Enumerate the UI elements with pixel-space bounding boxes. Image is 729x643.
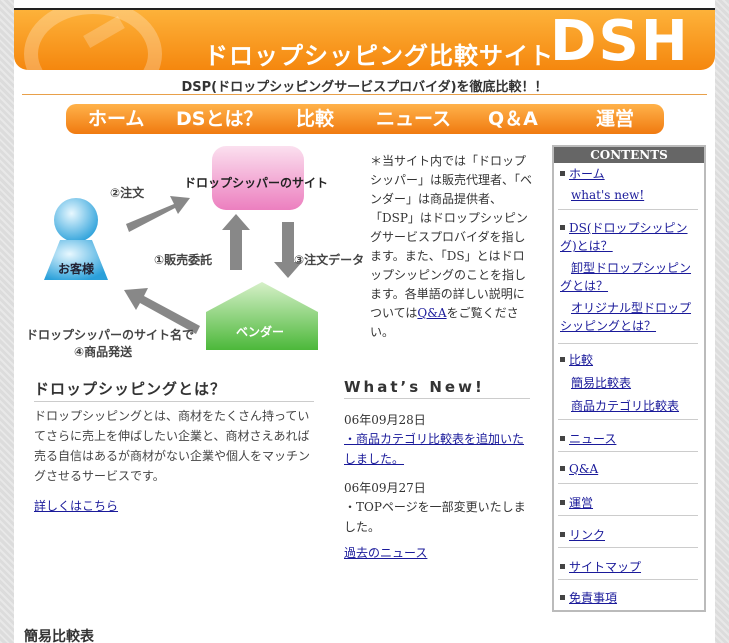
sidebar-link-admin[interactable]: 運営 xyxy=(569,496,593,510)
sidebar-item-disclaimer[interactable]: 免責事項 xyxy=(560,589,617,606)
nav-news[interactable]: ニュース xyxy=(376,106,451,132)
sidebar-link-about-ds[interactable]: DS(ドロップシッピング)とは？ xyxy=(560,221,688,253)
sidebar-divider xyxy=(558,515,698,516)
news-item: ・TOPページを一部変更いたしました。 xyxy=(344,500,526,534)
bullet-icon xyxy=(560,225,565,230)
sidebar-item-news[interactable]: ニュース xyxy=(560,430,616,447)
news-section-title: What’s New! xyxy=(344,378,530,399)
sidebar-divider xyxy=(558,451,698,452)
news-item-link[interactable]: ・商品カテゴリ比較表を追加いたしました。 xyxy=(344,432,524,466)
tagline-divider xyxy=(22,94,707,95)
sidebar-link-links[interactable]: リンク xyxy=(569,528,605,542)
bullet-icon xyxy=(560,564,565,569)
sidebar-divider xyxy=(558,209,698,210)
bullet-icon xyxy=(560,171,565,176)
sidebar-item-home[interactable]: ホーム xyxy=(560,165,605,182)
sidebar-item-qa[interactable]: Q&A xyxy=(560,462,598,476)
sidebar-divider xyxy=(558,419,698,420)
sidebar-item-whats-new[interactable]: what's new! xyxy=(571,188,644,202)
news-item[interactable]: ・商品カテゴリ比較表を追加いたしました。 xyxy=(344,429,534,469)
nav-about-ds[interactable]: DSとは？ xyxy=(176,106,262,132)
arrow-consign xyxy=(222,214,250,270)
intro-text: ＊当サイト内では「ドロップシッパー」は販売代理者、「ベンダー」は商品提供者、「D… xyxy=(370,154,533,320)
sidebar-item-sitemap[interactable]: サイトマップ xyxy=(560,558,641,575)
sidebar-link-wholesale[interactable]: 卸型ドロップシッピングとは？ xyxy=(560,261,691,293)
sidebar-divider xyxy=(558,483,698,484)
bullet-icon xyxy=(560,466,565,471)
dropshipping-diagram: ドロップシッパーのサイト お客様 ベンダー ①販売委託 ②注文 ③注文データ ド… xyxy=(14,140,374,365)
site-title: ドロップシッピング比較サイト xyxy=(204,42,554,70)
page: ドロップシッピング比較サイト DSH DSP(ドロップシッピングサービスプロバイ… xyxy=(14,0,715,643)
label-dropshipper-site: ドロップシッパーのサイト xyxy=(184,176,329,190)
nav-home[interactable]: ホーム xyxy=(88,106,144,132)
nav-compare[interactable]: 比較 xyxy=(296,106,334,132)
sidebar-divider xyxy=(558,579,698,580)
sidebar-item-admin[interactable]: 運営 xyxy=(560,494,593,511)
arrow-order-data xyxy=(274,222,302,278)
label-step1: ①販売委託 xyxy=(154,253,213,267)
label-step4-line2: ④商品発送 xyxy=(74,345,133,359)
nav-qa[interactable]: Q＆A xyxy=(488,106,538,132)
contents-sidebar: CONTENTS ホーム what's new! DS(ドロップシッピング)とは… xyxy=(552,145,706,612)
label-step4-line1: ドロップシッパーのサイト名で xyxy=(26,328,195,342)
sidebar-item-original[interactable]: オリジナル型ドロップシッピングとは？ xyxy=(560,299,696,335)
bullet-icon xyxy=(560,436,565,441)
sidebar-link-home[interactable]: ホーム xyxy=(569,167,605,181)
about-body: ドロップシッピングとは、商材をたくさん持っていてさらに売上を伸ばしたい企業と、商… xyxy=(34,409,311,483)
sidebar-divider xyxy=(558,547,698,548)
sidebar-link-news[interactable]: ニュース xyxy=(569,432,616,446)
sidebar-item-about-ds[interactable]: DS(ドロップシッピング)とは？ xyxy=(560,219,694,255)
intro-paragraph: ＊当サイト内では「ドロップシッパー」は販売代理者、「ベンダー」は商品提供者、「D… xyxy=(370,152,532,342)
label-customer: お客様 xyxy=(58,262,95,276)
sidebar-divider xyxy=(558,343,698,344)
arrow-order xyxy=(126,196,190,232)
label-vendor: ベンダー xyxy=(236,325,285,339)
sidebar-link-disclaimer[interactable]: 免責事項 xyxy=(569,591,617,605)
nav-admin[interactable]: 運営 xyxy=(596,106,634,132)
bullet-icon xyxy=(560,595,565,600)
site-logo[interactable]: DSH xyxy=(550,10,690,70)
sidebar-item-links[interactable]: リンク xyxy=(560,526,605,543)
sidebar-link-simple-compare[interactable]: 簡易比較表 xyxy=(571,376,631,390)
sidebar-item-category-compare[interactable]: 商品カテゴリ比較表 xyxy=(571,397,679,414)
news-date: 06年09月28日 xyxy=(344,413,426,427)
sidebar-item-compare[interactable]: 比較 xyxy=(560,351,593,368)
intro-qa-link[interactable]: Q&A xyxy=(417,306,446,320)
sidebar-heading: CONTENTS xyxy=(554,147,704,163)
sidebar-link-category-compare[interactable]: 商品カテゴリ比較表 xyxy=(571,399,679,413)
label-step2: ②注文 xyxy=(110,186,145,200)
sidebar-link-qa[interactable]: Q&A xyxy=(569,462,598,476)
sidebar-link-compare[interactable]: 比較 xyxy=(569,353,593,367)
sidebar-item-wholesale[interactable]: 卸型ドロップシッピングとは？ xyxy=(560,259,696,295)
bullet-icon xyxy=(560,532,565,537)
past-news-link[interactable]: 過去のニュース xyxy=(344,544,427,561)
about-more-link[interactable]: 詳しくはこちら xyxy=(34,497,118,514)
customer-head xyxy=(54,198,98,242)
bullet-icon xyxy=(560,357,565,362)
label-step3: ③注文データ xyxy=(294,253,365,267)
bullet-icon xyxy=(560,500,565,505)
about-section-title: ドロップシッピングとは？ xyxy=(34,378,314,402)
tagline: DSP(ドロップシッピングサービスプロバイダ)を徹底比較！！ xyxy=(181,80,548,95)
site-header: ドロップシッピング比較サイト DSH xyxy=(14,8,715,70)
simple-compare-heading: 簡易比較表 xyxy=(24,629,94,643)
news-date: 06年09月27日 xyxy=(344,481,426,495)
sidebar-link-original[interactable]: オリジナル型ドロップシッピングとは？ xyxy=(560,301,691,333)
main-nav: ホーム DSとは？ 比較 ニュース Q＆A 運営 xyxy=(66,104,664,134)
sidebar-link-whats-new[interactable]: what's new! xyxy=(571,188,644,202)
sidebar-item-simple-compare[interactable]: 簡易比較表 xyxy=(571,374,631,391)
sidebar-link-sitemap[interactable]: サイトマップ xyxy=(569,560,641,574)
